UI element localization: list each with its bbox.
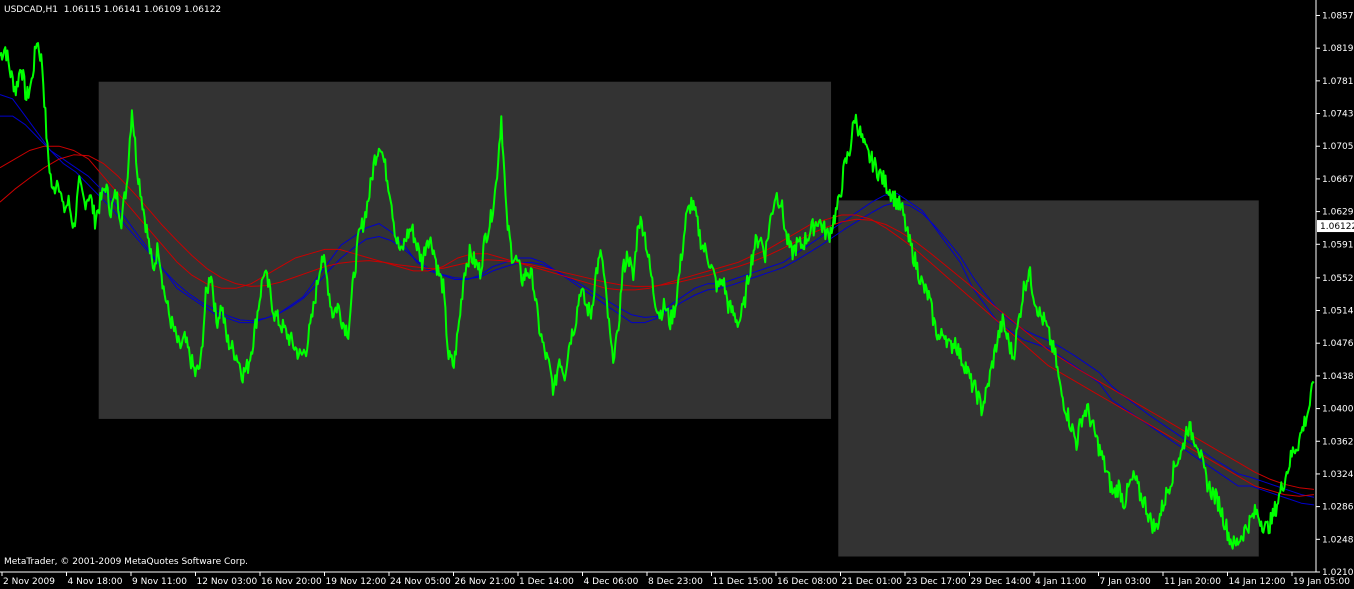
x-tick-label: 4 Jan 11:00 — [1035, 577, 1087, 587]
y-tick-label: 1.03620 — [1322, 437, 1354, 447]
ohlc-values: 1.06115 1.06141 1.06109 1.06122 — [63, 5, 222, 15]
x-tick-label: 24 Nov 05:00 — [390, 577, 451, 587]
x-tick-label: 8 Dec 23:00 — [648, 577, 703, 587]
y-tick-label: 1.08570 — [1322, 11, 1354, 21]
highlight-box-1 — [98, 81, 832, 419]
y-tick-label: 1.08190 — [1322, 44, 1354, 54]
x-tick-label: 11 Jan 20:00 — [1164, 577, 1221, 587]
x-tick-label: 4 Nov 18:00 — [68, 577, 123, 587]
x-tick-label: 29 Dec 14:00 — [971, 577, 1032, 587]
x-tick-label: 26 Nov 21:00 — [455, 577, 516, 587]
x-tick-label: 21 Dec 01:00 — [842, 577, 903, 587]
x-tick-label: 4 Dec 06:00 — [584, 577, 639, 587]
x-tick-label: 11 Dec 15:00 — [713, 577, 774, 587]
y-tick-label: 1.06670 — [1322, 175, 1354, 185]
x-tick-label: 16 Dec 08:00 — [777, 577, 838, 587]
y-tick-label: 1.02480 — [1322, 535, 1354, 545]
current-price-label: 1.06122 — [1320, 222, 1354, 232]
x-tick-label: 7 Jan 03:00 — [1100, 577, 1152, 587]
symbol-header: USDCAD,H1 1.06115 1.06141 1.06109 1.0612… — [4, 5, 221, 15]
x-tick-label: 16 Nov 20:00 — [261, 577, 322, 587]
y-tick-label: 1.03240 — [1322, 470, 1354, 480]
y-tick-label: 1.07430 — [1322, 110, 1354, 120]
x-tick-label: 2 Nov 2009 — [3, 577, 55, 587]
y-tick-label: 1.02860 — [1322, 503, 1354, 513]
highlight-box-2 — [838, 200, 1259, 557]
y-tick-label: 1.04380 — [1322, 372, 1354, 382]
x-tick-label: 12 Nov 03:00 — [197, 577, 258, 587]
y-tick-label: 1.04000 — [1322, 405, 1354, 415]
x-tick-label: 19 Jan 05:00 — [1293, 577, 1350, 587]
y-tick-label: 1.05520 — [1322, 274, 1354, 284]
symbol-label: USDCAD,H1 — [4, 5, 58, 15]
x-tick-label: 23 Dec 17:00 — [906, 577, 967, 587]
y-tick-label: 1.07050 — [1322, 142, 1354, 152]
x-tick-label: 9 Nov 11:00 — [132, 577, 187, 587]
current-price-marker: 1.06122 — [1317, 220, 1354, 233]
x-tick-label: 19 Nov 12:00 — [326, 577, 387, 587]
y-tick-label: 1.04760 — [1322, 339, 1354, 349]
y-tick-label: 1.05910 — [1322, 240, 1354, 250]
x-tick-label: 1 Dec 14:00 — [519, 577, 574, 587]
y-tick-label: 1.05140 — [1322, 307, 1354, 317]
y-tick-label: 1.06290 — [1322, 208, 1354, 218]
x-tick-label: 14 Jan 12:00 — [1229, 577, 1286, 587]
price-chart[interactable]: 1.08570 1.08190 1.07810 1.07430 1.07050 1.066… — [0, 0, 1354, 589]
y-tick-label: 1.07810 — [1322, 77, 1354, 87]
copyright-text: MetaTrader, © 2001-2009 MetaQuotes Softw… — [4, 557, 249, 567]
